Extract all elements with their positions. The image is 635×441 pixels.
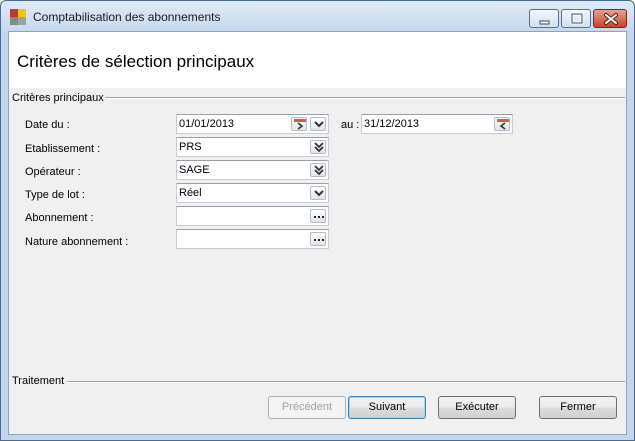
calendar-arrow-icon — [294, 119, 306, 130]
abonnement-label: Abonnement : — [25, 212, 94, 224]
chevron-down-icon — [314, 121, 324, 128]
etablissement-field[interactable]: PRS — [176, 137, 329, 157]
abonnement-browse-button[interactable] — [310, 209, 326, 223]
title-bar[interactable]: Comptabilisation des abonnements — [1, 1, 634, 31]
ellipsis-icon — [314, 216, 324, 218]
close-icon — [604, 13, 618, 25]
date-to-calendar-button[interactable] — [494, 117, 510, 131]
next-button[interactable]: Suivant — [348, 396, 426, 419]
type-lot-select[interactable]: Réel — [176, 183, 329, 203]
execute-button[interactable]: Exécuter — [438, 396, 516, 419]
treatment-group-divider — [67, 381, 625, 383]
etablissement-label: Etablissement : — [25, 143, 101, 155]
operateur-label: Opérateur : — [25, 166, 81, 178]
window-title: Comptabilisation des abonnements — [33, 10, 221, 24]
previous-button[interactable]: Précédent — [268, 396, 346, 419]
app-window: Comptabilisation des abonnements Critère… — [0, 0, 635, 441]
date-from-label: Date du : — [25, 119, 70, 131]
date-to-value: 31/12/2013 — [364, 118, 420, 130]
type-lot-value: Réel — [179, 187, 202, 199]
date-from-calendar-button[interactable] — [291, 117, 307, 131]
ellipsis-icon — [314, 239, 324, 241]
date-to-field[interactable]: 31/12/2013 — [361, 114, 513, 134]
abonnement-field[interactable] — [176, 206, 329, 226]
maximize-icon — [570, 12, 584, 25]
app-icon — [10, 9, 26, 25]
criteria-group-divider — [105, 97, 625, 99]
etablissement-value: PRS — [179, 141, 202, 153]
date-from-dropdown-button[interactable] — [310, 117, 326, 131]
operateur-dropdown-button[interactable] — [310, 163, 326, 177]
header-band: Critères de sélection principaux — [9, 32, 626, 88]
treatment-group-label: Traitement — [12, 375, 65, 387]
minimize-button[interactable] — [529, 9, 559, 28]
maximize-button[interactable] — [561, 9, 591, 28]
close-window-button[interactable] — [593, 9, 627, 28]
operateur-value: SAGE — [179, 164, 210, 176]
date-from-field[interactable]: 01/01/2013 — [176, 114, 329, 134]
page-title: Critères de sélection principaux — [17, 52, 255, 71]
minimize-icon — [539, 20, 550, 25]
nature-abonnement-browse-button[interactable] — [310, 232, 326, 246]
etablissement-dropdown-button[interactable] — [310, 140, 326, 154]
criteria-group-label: Critères principaux — [12, 92, 104, 104]
date-to-label: au : — [341, 119, 360, 131]
dialog-body: Critères de sélection principaux Critère… — [8, 31, 627, 435]
calendar-arrow-icon — [497, 119, 509, 130]
nature-abonnement-field[interactable] — [176, 229, 329, 249]
chevron-down-icon — [314, 190, 324, 197]
operateur-field[interactable]: SAGE — [176, 160, 329, 180]
close-button[interactable]: Fermer — [539, 396, 617, 419]
nature-abonnement-label: Nature abonnement : — [25, 236, 129, 248]
type-lot-label: Type de lot : — [25, 189, 85, 201]
date-from-value: 01/01/2013 — [179, 118, 235, 130]
double-chevron-down-icon — [314, 142, 324, 153]
type-lot-dropdown-button[interactable] — [310, 186, 326, 200]
double-chevron-down-icon — [314, 165, 324, 176]
